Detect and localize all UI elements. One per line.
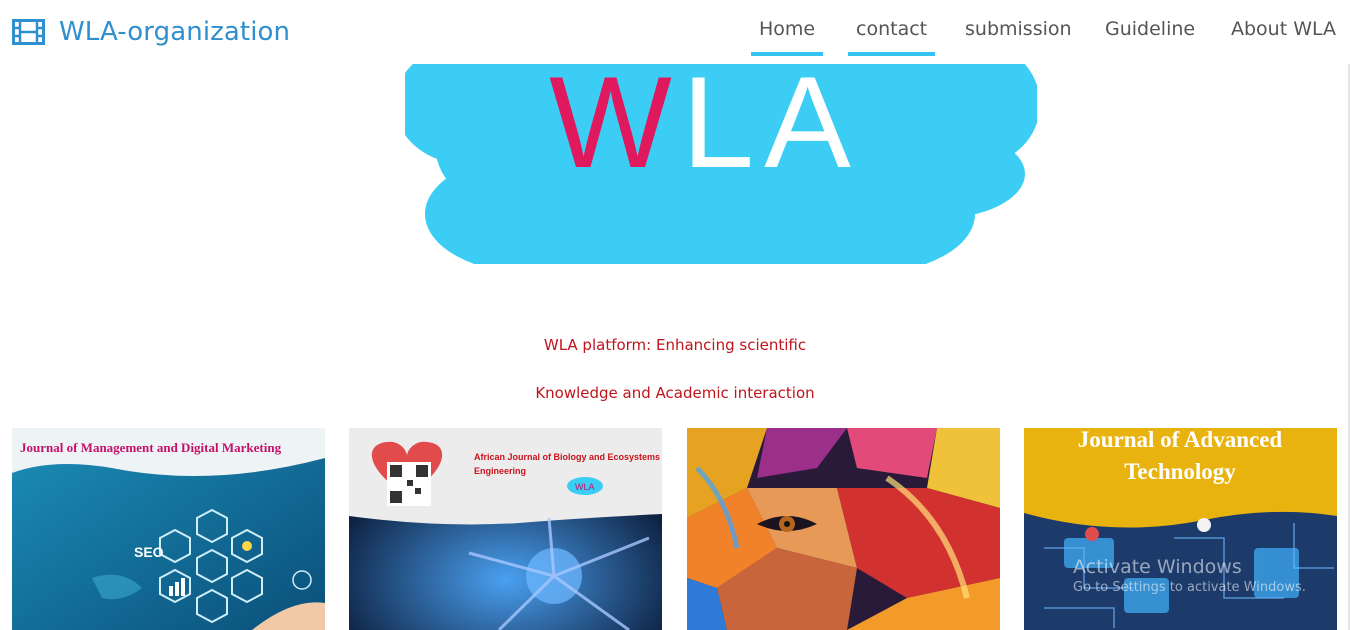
watermark-title: Activate Windows <box>1073 556 1242 578</box>
nav-contact[interactable]: contact <box>848 18 936 56</box>
nav-submission[interactable]: submission <box>965 18 1072 40</box>
tagline-line-2: Knowledge and Academic interaction <box>535 384 815 402</box>
card-biology-title-1: African Journal of Biology and Ecosystem… <box>474 452 660 462</box>
tagline-line-1: WLA platform: Enhancing scientific <box>543 336 807 354</box>
nav-home-label: Home <box>759 18 816 40</box>
brand-name: WLA-organization <box>59 17 291 47</box>
hero-logo-text: WLA <box>549 64 861 195</box>
journal-card-biology[interactable]: African Journal of Biology and Ecosystem… <box>349 428 662 630</box>
nav-home-underline <box>751 52 824 56</box>
journal-card-advanced-tech[interactable]: Journal of Advanced Technology <box>1024 428 1337 630</box>
nav-guideline-label: Guideline <box>1105 18 1196 40</box>
journal-card-art[interactable] <box>687 428 1000 630</box>
card-advanced-title-2: Technology <box>1124 459 1236 484</box>
nav-about[interactable]: About WLA <box>1231 18 1336 40</box>
nav-contact-label: contact <box>856 18 928 40</box>
activate-windows-watermark: Activate Windows Go to Settings to activ… <box>1073 556 1306 595</box>
film-icon <box>12 19 45 45</box>
nav-guideline[interactable]: Guideline <box>1105 18 1195 40</box>
navbar: WLA-organization Home contact submission… <box>0 0 1350 64</box>
card-management-title: Journal of Management and Digital Market… <box>20 440 282 455</box>
card-biology-badge: WLA <box>575 482 595 492</box>
nav-contact-underline <box>848 52 936 56</box>
card-biology-title-2: Engineering <box>474 466 526 476</box>
card-management-seo: SEO <box>134 544 164 560</box>
card-advanced-title-1: Journal of Advanced <box>1078 428 1283 452</box>
nav-home[interactable]: Home <box>751 18 824 56</box>
watermark-subtitle: Go to Settings to activate Windows. <box>1073 580 1306 595</box>
journal-card-management[interactable]: Journal of Management and Digital Market… <box>12 428 325 630</box>
nav-submission-label: submission <box>965 18 1072 40</box>
brand-link[interactable]: WLA-organization <box>12 16 290 48</box>
nav-about-label: About WLA <box>1231 18 1337 40</box>
hero-logo-image: WLA <box>405 64 1037 264</box>
